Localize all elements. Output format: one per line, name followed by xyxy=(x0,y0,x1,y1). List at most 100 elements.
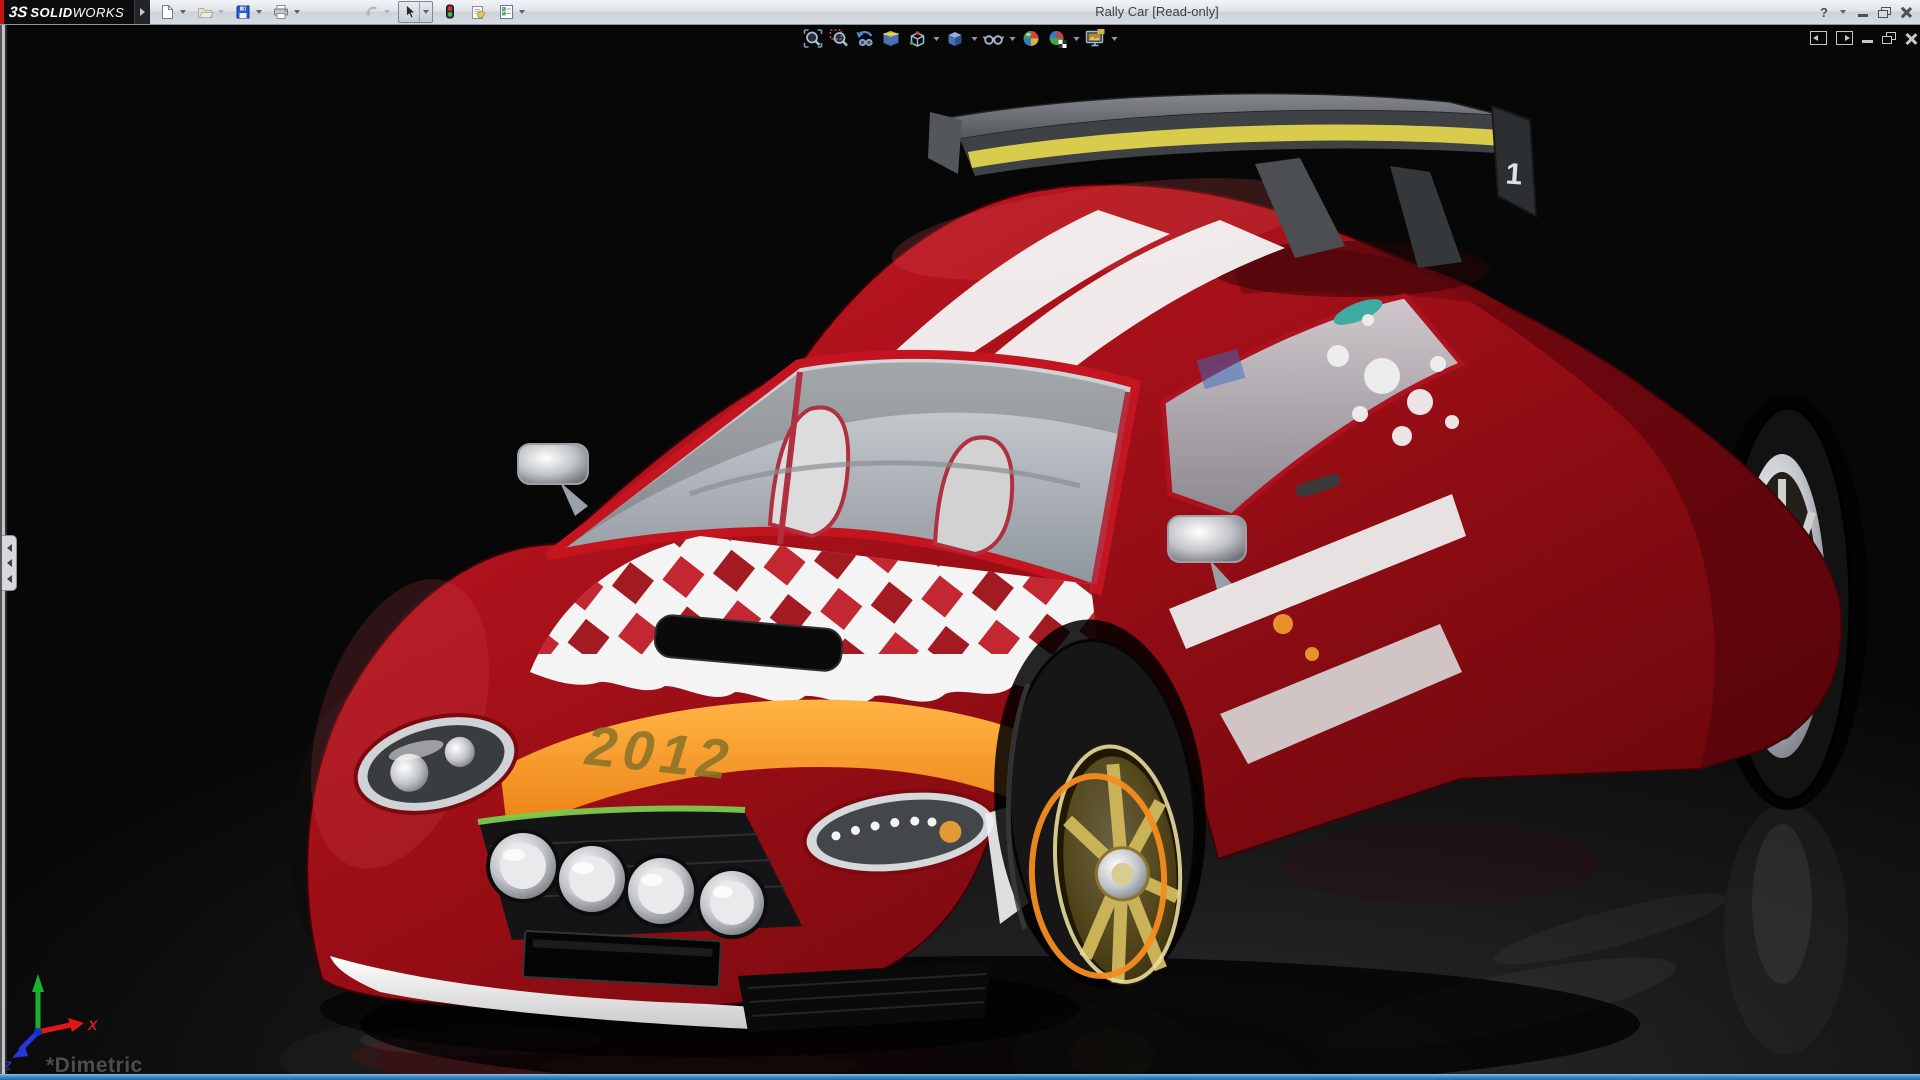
open-document-dropdown[interactable] xyxy=(218,10,225,14)
open-document-group xyxy=(194,1,226,23)
save-dropdown[interactable] xyxy=(256,10,263,14)
hide-show-items-button[interactable] xyxy=(981,26,1006,51)
print-button[interactable] xyxy=(270,1,292,23)
edit-appearance-icon xyxy=(1023,31,1039,46)
print-dropdown[interactable] xyxy=(294,10,301,14)
brand-name: SOLIDWORKS xyxy=(30,5,124,20)
window-controls: ? xyxy=(1820,0,1912,24)
document-restore-button[interactable] xyxy=(1882,32,1896,44)
dropdown-arrow-icon xyxy=(1009,36,1015,41)
brand-name-bold: SOLID xyxy=(30,4,73,20)
display-style-icon xyxy=(948,32,962,46)
main-toolbar xyxy=(156,1,533,23)
previous-view-icon xyxy=(856,31,873,47)
file-properties-icon xyxy=(471,6,486,19)
options-dropdown[interactable] xyxy=(519,10,526,14)
display-style-button[interactable] xyxy=(943,26,968,51)
undo-button[interactable] xyxy=(360,1,382,23)
apply-scene-icon xyxy=(1049,31,1066,48)
model-viewport[interactable]: 2012 1 X Z *Dimetric xyxy=(0,24,1920,1080)
printer-icon xyxy=(274,5,289,19)
zoom-to-area-icon xyxy=(829,29,848,47)
select-tool-group xyxy=(398,1,434,23)
solidworks-window: 3S SOLIDWORKS Rally Car [Read-only] ? 20… xyxy=(0,0,1920,1080)
tile-pane-left-button[interactable] xyxy=(1810,31,1827,45)
view-orientation-button[interactable] xyxy=(905,26,930,51)
file-properties-group xyxy=(467,1,489,23)
select-tool-button[interactable] xyxy=(399,2,419,22)
pane-right-arrow-icon xyxy=(1845,34,1850,41)
bottom-edge-bar xyxy=(0,1074,1920,1080)
rebuild-button[interactable] xyxy=(439,1,461,23)
section-view-icon xyxy=(883,30,899,47)
file-properties-button[interactable] xyxy=(467,1,489,23)
zoom-to-area-button[interactable] xyxy=(827,26,852,51)
undo-group xyxy=(360,1,392,23)
save-button[interactable] xyxy=(232,1,254,23)
select-tool-dropdown[interactable] xyxy=(419,2,432,22)
display-style-dropdown[interactable] xyxy=(969,26,980,51)
close-button[interactable] xyxy=(1900,6,1912,18)
new-document-icon xyxy=(162,5,174,19)
rebuild-traffic-light-icon xyxy=(446,4,455,19)
heads-up-view-toolbar xyxy=(801,26,1120,51)
apply-scene-button[interactable] xyxy=(1045,26,1070,51)
select-dropdown-arrow-icon xyxy=(423,10,430,14)
new-document-group xyxy=(156,1,188,23)
view-orientation-icon xyxy=(909,31,925,47)
save-group xyxy=(232,1,264,23)
hide-show-items-icon xyxy=(982,35,1004,45)
pane-left-arrow-icon xyxy=(1813,34,1818,41)
view-settings-button[interactable] xyxy=(1083,26,1108,51)
previous-view-button[interactable] xyxy=(853,26,878,51)
collapse-arrow-icon xyxy=(6,574,12,583)
help-button[interactable]: ? xyxy=(1820,5,1828,20)
menu-flyout-arrow[interactable] xyxy=(134,0,151,24)
solidworks-logo: 3S SOLIDWORKS xyxy=(0,0,135,24)
rebuild-group xyxy=(439,1,461,23)
zoom-to-fit-button[interactable] xyxy=(801,26,826,51)
section-view-button[interactable] xyxy=(879,26,904,51)
undo-arrow-icon xyxy=(365,6,377,17)
wing-number-text: 1 xyxy=(1504,157,1523,191)
document-title: Rally Car [Read-only] xyxy=(1095,4,1219,19)
new-document-dropdown[interactable] xyxy=(180,10,187,14)
logo-red-stripe-icon xyxy=(0,0,4,24)
dropdown-arrow-icon xyxy=(933,36,939,41)
apply-scene-dropdown[interactable] xyxy=(1071,26,1082,51)
document-close-button[interactable] xyxy=(1904,32,1917,45)
new-document-button[interactable] xyxy=(156,1,178,23)
view-orientation-dropdown[interactable] xyxy=(931,26,942,51)
dropdown-arrow-icon xyxy=(1073,36,1079,41)
open-document-button[interactable] xyxy=(194,1,216,23)
select-cursor-icon xyxy=(405,4,416,19)
license-plate xyxy=(522,930,722,988)
minimize-button[interactable] xyxy=(1858,13,1868,17)
view-settings-dropdown[interactable] xyxy=(1109,26,1120,51)
hide-show-items-dropdown[interactable] xyxy=(1007,26,1018,51)
zoom-to-fit-icon xyxy=(803,29,823,48)
document-window-controls xyxy=(1810,31,1917,45)
document-minimize-button[interactable] xyxy=(1862,40,1873,43)
options-group xyxy=(495,1,527,23)
flyout-arrow-icon xyxy=(140,8,146,16)
restore-button[interactable] xyxy=(1878,6,1891,18)
dropdown-arrow-icon xyxy=(971,36,977,41)
model-viewport-canvas[interactable]: 2012 1 X Z xyxy=(0,24,1920,1080)
help-dropdown[interactable] xyxy=(1840,10,1846,14)
view-settings-icon xyxy=(1085,29,1104,47)
solidworks-symbol-icon: 3S xyxy=(8,3,29,21)
collapsed-feature-panel-tab[interactable] xyxy=(2,535,17,591)
options-checklist-icon xyxy=(499,5,513,19)
title-bar: 3S SOLIDWORKS Rally Car [Read-only] ? xyxy=(0,0,1920,25)
edit-appearance-button[interactable] xyxy=(1019,26,1044,51)
undo-dropdown[interactable] xyxy=(384,10,391,14)
options-button[interactable] xyxy=(495,1,517,23)
tile-pane-right-button[interactable] xyxy=(1836,31,1853,45)
open-folder-icon xyxy=(197,8,214,18)
collapse-arrow-icon xyxy=(6,543,12,552)
dropdown-arrow-icon xyxy=(1111,36,1117,41)
brand-name-light: WORKS xyxy=(72,4,125,20)
triad-x-label: X xyxy=(87,1017,99,1033)
print-group xyxy=(270,1,302,23)
